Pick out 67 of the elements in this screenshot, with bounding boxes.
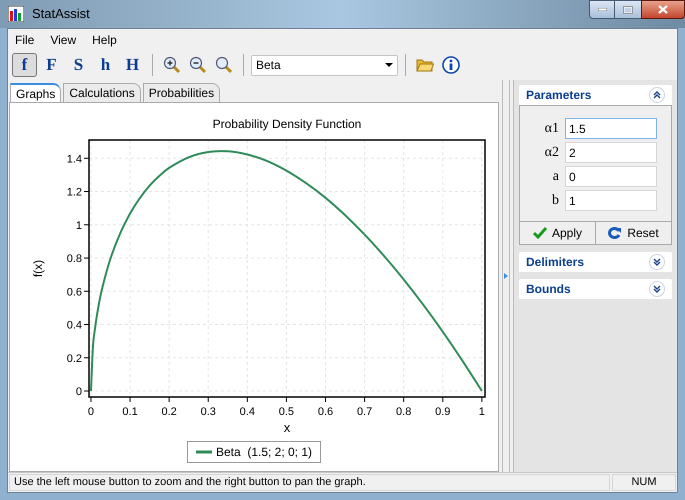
maximize-icon xyxy=(623,6,633,14)
x-tick-label: 0.3 xyxy=(200,406,216,418)
x-tick-label: 0.7 xyxy=(356,406,372,418)
x-tick-label: 0.4 xyxy=(239,406,254,418)
menu-item[interactable]: File xyxy=(15,30,34,48)
expand-icon[interactable] xyxy=(649,281,665,297)
close-button[interactable] xyxy=(641,0,685,19)
y-tick-label: 0.4 xyxy=(66,320,82,332)
expand-icon[interactable] xyxy=(649,254,665,270)
minimize-button[interactable] xyxy=(589,0,615,19)
close-icon xyxy=(658,5,668,14)
x-tick-label: 0.9 xyxy=(434,406,450,418)
dropdown-arrow-icon xyxy=(385,63,393,67)
minimize-icon xyxy=(598,8,606,11)
distribution-dropdown[interactable]: Beta xyxy=(251,54,398,76)
chart-title: Probability Density Function xyxy=(212,117,361,131)
splitter-arrow-icon[interactable] xyxy=(504,273,508,279)
tab[interactable]: Calculations xyxy=(63,83,141,102)
x-tick-label: 0.8 xyxy=(396,406,411,418)
x-tick-label: 0.2 xyxy=(161,406,176,418)
y-tick-label: 1 xyxy=(75,220,82,232)
function-mode-button[interactable]: H xyxy=(120,53,145,77)
tab[interactable]: Probabilities xyxy=(142,83,220,102)
section-header[interactable]: Parameters xyxy=(519,85,672,105)
function-mode-button[interactable]: F xyxy=(39,53,64,77)
parameter-label: a xyxy=(552,168,559,186)
folder-icon xyxy=(416,58,434,72)
menu-item[interactable]: View xyxy=(50,30,76,48)
y-tick-label: 0.8 xyxy=(66,253,82,266)
function-mode-button[interactable]: f xyxy=(12,53,37,77)
x-tick-label: 0.1 xyxy=(122,406,138,418)
parameter-field[interactable]: 0 xyxy=(565,166,657,187)
x-tick-label: 0 xyxy=(87,406,94,418)
x-tick-label: 0.6 xyxy=(317,406,333,418)
refresh-icon xyxy=(608,227,622,239)
parameter-label: α1 xyxy=(544,120,559,138)
app-icon xyxy=(8,6,24,22)
function-mode-button[interactable]: S xyxy=(66,53,91,77)
section-header[interactable]: Delimiters xyxy=(519,252,672,272)
y-tick-label: 0 xyxy=(75,386,82,398)
collapse-icon[interactable] xyxy=(649,87,665,103)
parameter-label: α2 xyxy=(544,144,559,162)
y-tick-label: 0.6 xyxy=(66,286,82,298)
legend-line-icon xyxy=(196,450,212,454)
y-axis-label: f(x) xyxy=(30,260,44,278)
y-tick-label: 1.4 xyxy=(66,153,82,166)
tab[interactable]: Graphs xyxy=(10,83,62,102)
parameter-field[interactable]: 1.5 xyxy=(565,118,657,139)
legend-label: Beta (1.5; 2; 0; 1) xyxy=(216,444,312,461)
info-icon xyxy=(442,56,460,74)
menu-item[interactable]: Help xyxy=(92,30,117,48)
y-tick-label: 0.2 xyxy=(66,352,82,365)
parameter-field[interactable]: 1 xyxy=(565,190,657,211)
y-tick-label: 1.2 xyxy=(66,186,82,199)
function-mode-button[interactable]: h xyxy=(93,53,118,77)
parameter-label: b xyxy=(551,192,559,210)
status-message: Use the left mouse button to zoom and the right button to pan the graph. xyxy=(9,474,610,491)
x-tick-label: 1 xyxy=(478,406,484,418)
parameter-field[interactable]: 2 xyxy=(565,142,657,163)
window-title: StatAssist xyxy=(32,5,90,24)
maximize-button[interactable] xyxy=(615,0,641,19)
info-button[interactable] xyxy=(439,53,463,77)
x-tick-label: 0.5 xyxy=(278,406,294,418)
section-header[interactable]: Bounds xyxy=(519,279,672,299)
checkmark-icon xyxy=(532,227,547,239)
x-axis-label: x xyxy=(283,420,290,435)
num-lock-indicator: NUM xyxy=(612,474,676,491)
